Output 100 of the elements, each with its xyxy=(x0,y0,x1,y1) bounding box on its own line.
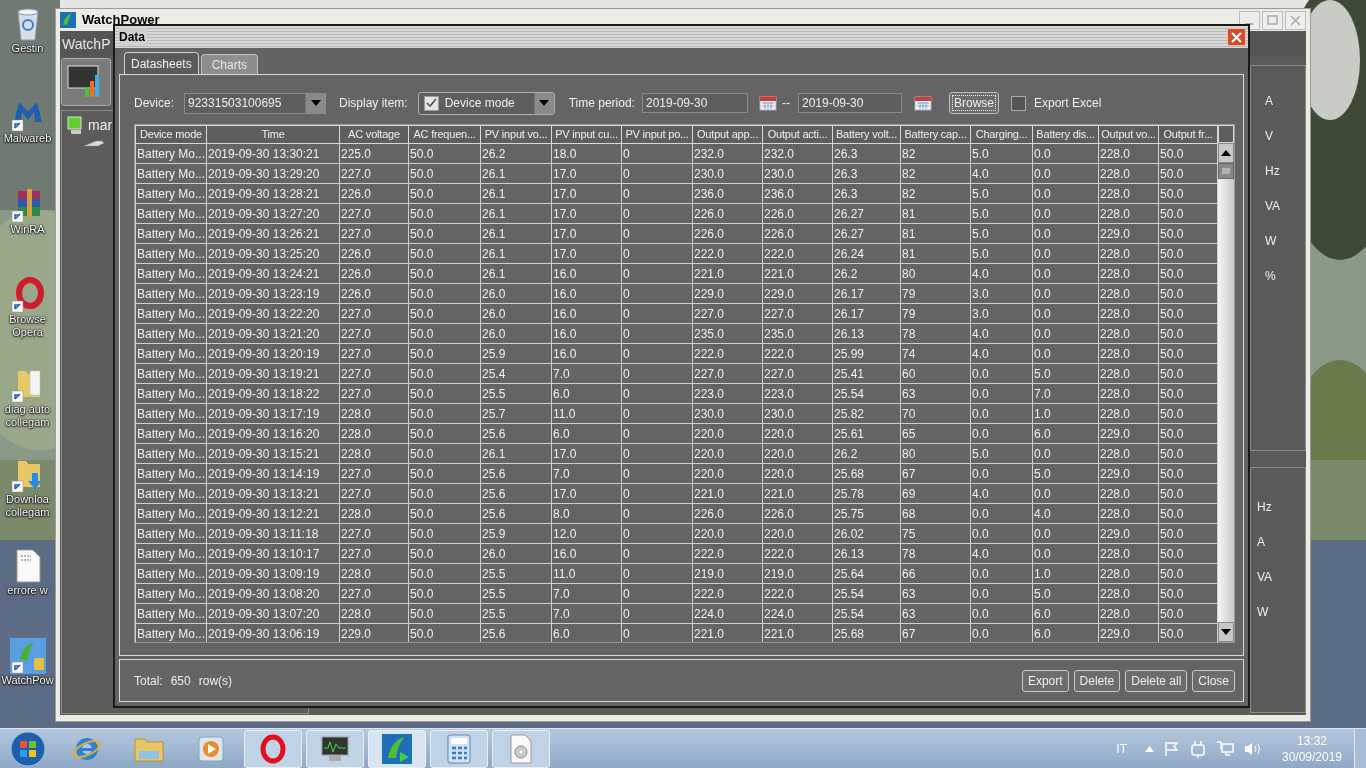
caret-icon xyxy=(310,100,321,106)
column-header[interactable]: Output fr... xyxy=(1158,125,1218,144)
table-cell: 220.0 xyxy=(692,443,763,464)
flag-icon[interactable] xyxy=(1164,740,1180,757)
show-hidden-icons-icon[interactable] xyxy=(1145,745,1154,752)
checkbox[interactable] xyxy=(1010,95,1026,111)
table-cell: 5.0 xyxy=(970,443,1033,464)
table-cell: 230.0 xyxy=(762,403,833,424)
table-cell: 0.0 xyxy=(1032,543,1099,564)
scroll-down-button[interactable] xyxy=(1218,622,1234,642)
start-date-field[interactable]: 2019-09-30 xyxy=(641,93,748,113)
table-cell: 26.2 xyxy=(832,443,901,464)
checkbox[interactable] xyxy=(423,95,439,111)
table-cell: 221.0 xyxy=(692,263,763,284)
column-header[interactable]: Output app... xyxy=(692,125,763,144)
column-header[interactable]: Charging... xyxy=(970,125,1033,144)
table-cell: Battery Mo... xyxy=(135,143,207,164)
table-cell: 225.0 xyxy=(339,143,409,164)
close-button[interactable] xyxy=(1227,28,1246,46)
table-cell: 222.0 xyxy=(762,543,833,564)
network-icon[interactable] xyxy=(1216,740,1234,757)
column-header[interactable]: Output acti... xyxy=(762,125,833,144)
table-cell: 4.0 xyxy=(970,263,1033,284)
table-cell: 2019-09-30 13:28:21 xyxy=(206,183,340,204)
calendar-icon[interactable] xyxy=(913,95,932,111)
end-date-field[interactable]: 2019-09-30 xyxy=(797,93,902,113)
column-header[interactable]: Time xyxy=(206,125,340,144)
table-cell: 2019-09-30 13:29:20 xyxy=(206,163,340,184)
table-cell: 11.0 xyxy=(551,403,622,424)
column-header[interactable]: PV input vo... xyxy=(480,125,552,144)
column-header[interactable]: AC voltage xyxy=(339,125,409,144)
tab[interactable]: Datasheets xyxy=(124,52,199,74)
column-header[interactable]: PV input cu... xyxy=(551,125,622,144)
dialog-button[interactable]: Export xyxy=(1021,669,1069,692)
table-cell: 236.0 xyxy=(762,183,833,204)
tree-item[interactable]: mar xyxy=(88,115,113,136)
table-cell: 236.0 xyxy=(692,183,763,204)
dialog-button[interactable]: Close xyxy=(1192,669,1235,692)
scroll-thumb[interactable] xyxy=(1218,163,1234,179)
column-header[interactable]: Output vo... xyxy=(1098,125,1159,144)
table-cell: 63 xyxy=(900,383,971,404)
desktop-icon-label[interactable]: WatchPow xyxy=(0,673,55,687)
table-cell: 17.0 xyxy=(551,203,622,224)
table-cell: 226.0 xyxy=(339,283,409,304)
taskbar-app-button[interactable] xyxy=(306,729,364,768)
calendar-icon[interactable] xyxy=(758,95,777,111)
table-cell: 1.0 xyxy=(1032,563,1099,584)
table-cell: 228.0 xyxy=(1098,283,1159,304)
table-cell: 25.7 xyxy=(480,403,552,424)
table-cell: 50.0 xyxy=(1158,163,1218,184)
column-header[interactable]: Battery cap... xyxy=(900,125,971,144)
column-header[interactable]: Battery volt... xyxy=(832,125,901,144)
table-cell: 26.1 xyxy=(480,223,552,244)
table-cell: 50.0 xyxy=(408,463,481,484)
desktop-icon-label[interactable]: Gestin xyxy=(0,42,55,55)
table-cell: 4.0 xyxy=(970,323,1033,344)
close-icon[interactable] xyxy=(1285,10,1306,30)
table-cell: 50.0 xyxy=(408,503,481,524)
volume-icon[interactable] xyxy=(1244,740,1262,757)
table-cell: 50.0 xyxy=(1158,483,1218,504)
table-cell: 25.99 xyxy=(832,343,901,364)
table-cell: 50.0 xyxy=(408,523,481,544)
table-cell: 50.0 xyxy=(1158,383,1218,404)
table-cell: 50.0 xyxy=(408,283,481,304)
table-cell: 25.41 xyxy=(832,363,901,384)
table-cell: Battery Mo... xyxy=(135,203,207,224)
desktop-icon-label[interactable]: Downloa collegam xyxy=(0,493,55,520)
scrollbar[interactable] xyxy=(1218,143,1234,642)
table-cell: 25.68 xyxy=(832,463,901,484)
data-toolbar-button[interactable] xyxy=(61,58,111,106)
table-cell: 50.0 xyxy=(1158,143,1218,164)
dialog-button[interactable]: Delete xyxy=(1073,669,1121,692)
table-cell: 226.0 xyxy=(692,223,763,244)
table-cell: 50.0 xyxy=(1158,443,1218,464)
table-cell: 6.0 xyxy=(1032,423,1099,444)
column-header[interactable]: Battery dis... xyxy=(1032,125,1099,144)
column-header[interactable]: AC frequen... xyxy=(408,125,481,144)
table-cell: 26.0 xyxy=(480,303,552,324)
table-cell: 226.0 xyxy=(762,223,833,244)
browse-button[interactable]: Browse xyxy=(948,92,999,114)
table-cell: 0 xyxy=(621,183,693,204)
table-cell: 69 xyxy=(900,483,971,504)
watchpower-logo-icon xyxy=(382,733,412,764)
table-cell: 25.64 xyxy=(832,563,901,584)
scroll-up-button[interactable] xyxy=(1218,143,1234,163)
table-cell: 4.0 xyxy=(970,543,1033,564)
desktop-icon-label[interactable]: errore w xyxy=(0,583,55,597)
table-cell: 224.0 xyxy=(762,603,833,624)
display-item-dropdown[interactable]: Device mode xyxy=(417,91,555,115)
device-dropdown[interactable]: 92331503100695 xyxy=(184,92,326,114)
dialog-button[interactable]: Delete all xyxy=(1125,669,1188,692)
table-cell: 219.0 xyxy=(692,563,763,584)
column-header[interactable]: PV input po... xyxy=(621,125,693,144)
column-header[interactable]: Device mode xyxy=(135,125,207,144)
power-plug-icon[interactable] xyxy=(1190,739,1206,758)
table-cell: 78 xyxy=(900,323,971,344)
table-cell: Battery Mo... xyxy=(135,443,207,464)
table-cell: 26.0 xyxy=(480,283,552,304)
table-cell: 0 xyxy=(621,263,693,284)
desktop-icon-label[interactable]: Malwareb xyxy=(0,132,55,146)
